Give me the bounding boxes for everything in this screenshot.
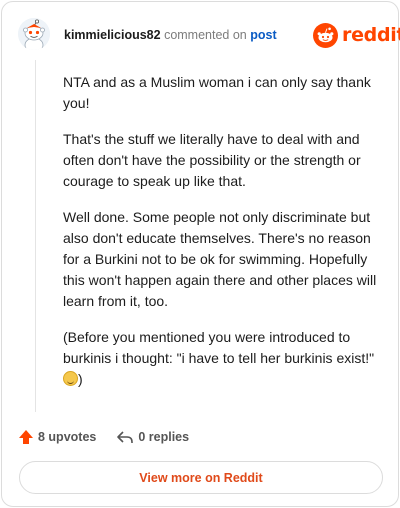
view-more-button[interactable]: View more on Reddit	[19, 461, 383, 494]
reply-arrow-icon	[117, 431, 134, 443]
comment-paragraph-last: (Before you mentioned you were introduce…	[63, 327, 379, 390]
comment-paragraph: NTA and as a Muslim woman i can only say…	[63, 74, 371, 111]
comment-paragraph: Well done. Some people not only discrimi…	[63, 209, 377, 309]
comment-paragraph-text: (Before you mentioned you were introduce…	[63, 329, 375, 366]
comment-actions: 8 upvotes 0 replies	[18, 426, 209, 448]
comment-paragraph: That's the stuff we literally have to de…	[63, 131, 361, 189]
comment-header: kimmielicious82 commented on post reddit	[2, 2, 400, 66]
upvote-arrow-icon	[19, 430, 33, 444]
commented-on-text: commented on	[164, 28, 247, 42]
grinning-sweat-emoji-icon	[63, 371, 78, 386]
upvote-button[interactable]: 8 upvotes	[18, 429, 96, 445]
reddit-wordmark: reddit	[342, 24, 400, 46]
thread-line	[35, 60, 36, 412]
comment-embed-card: kimmielicious82 commented on post reddit…	[1, 1, 400, 507]
comment-closing-paren: )	[78, 371, 83, 387]
post-link[interactable]: post	[250, 28, 276, 42]
snoo-avatar-icon[interactable]	[18, 18, 50, 50]
upvote-count: 8 upvotes	[38, 430, 97, 444]
comment-byline: kimmielicious82 commented on post	[64, 27, 277, 43]
reddit-logo-icon	[313, 22, 338, 48]
comment-body: NTA and as a Muslim woman i can only say…	[63, 72, 379, 405]
username-link[interactable]: kimmielicious82	[64, 28, 161, 42]
reply-button[interactable]: 0 replies	[116, 429, 189, 445]
reddit-logo[interactable]: reddit	[313, 21, 400, 49]
reply-count: 0 replies	[138, 430, 190, 444]
